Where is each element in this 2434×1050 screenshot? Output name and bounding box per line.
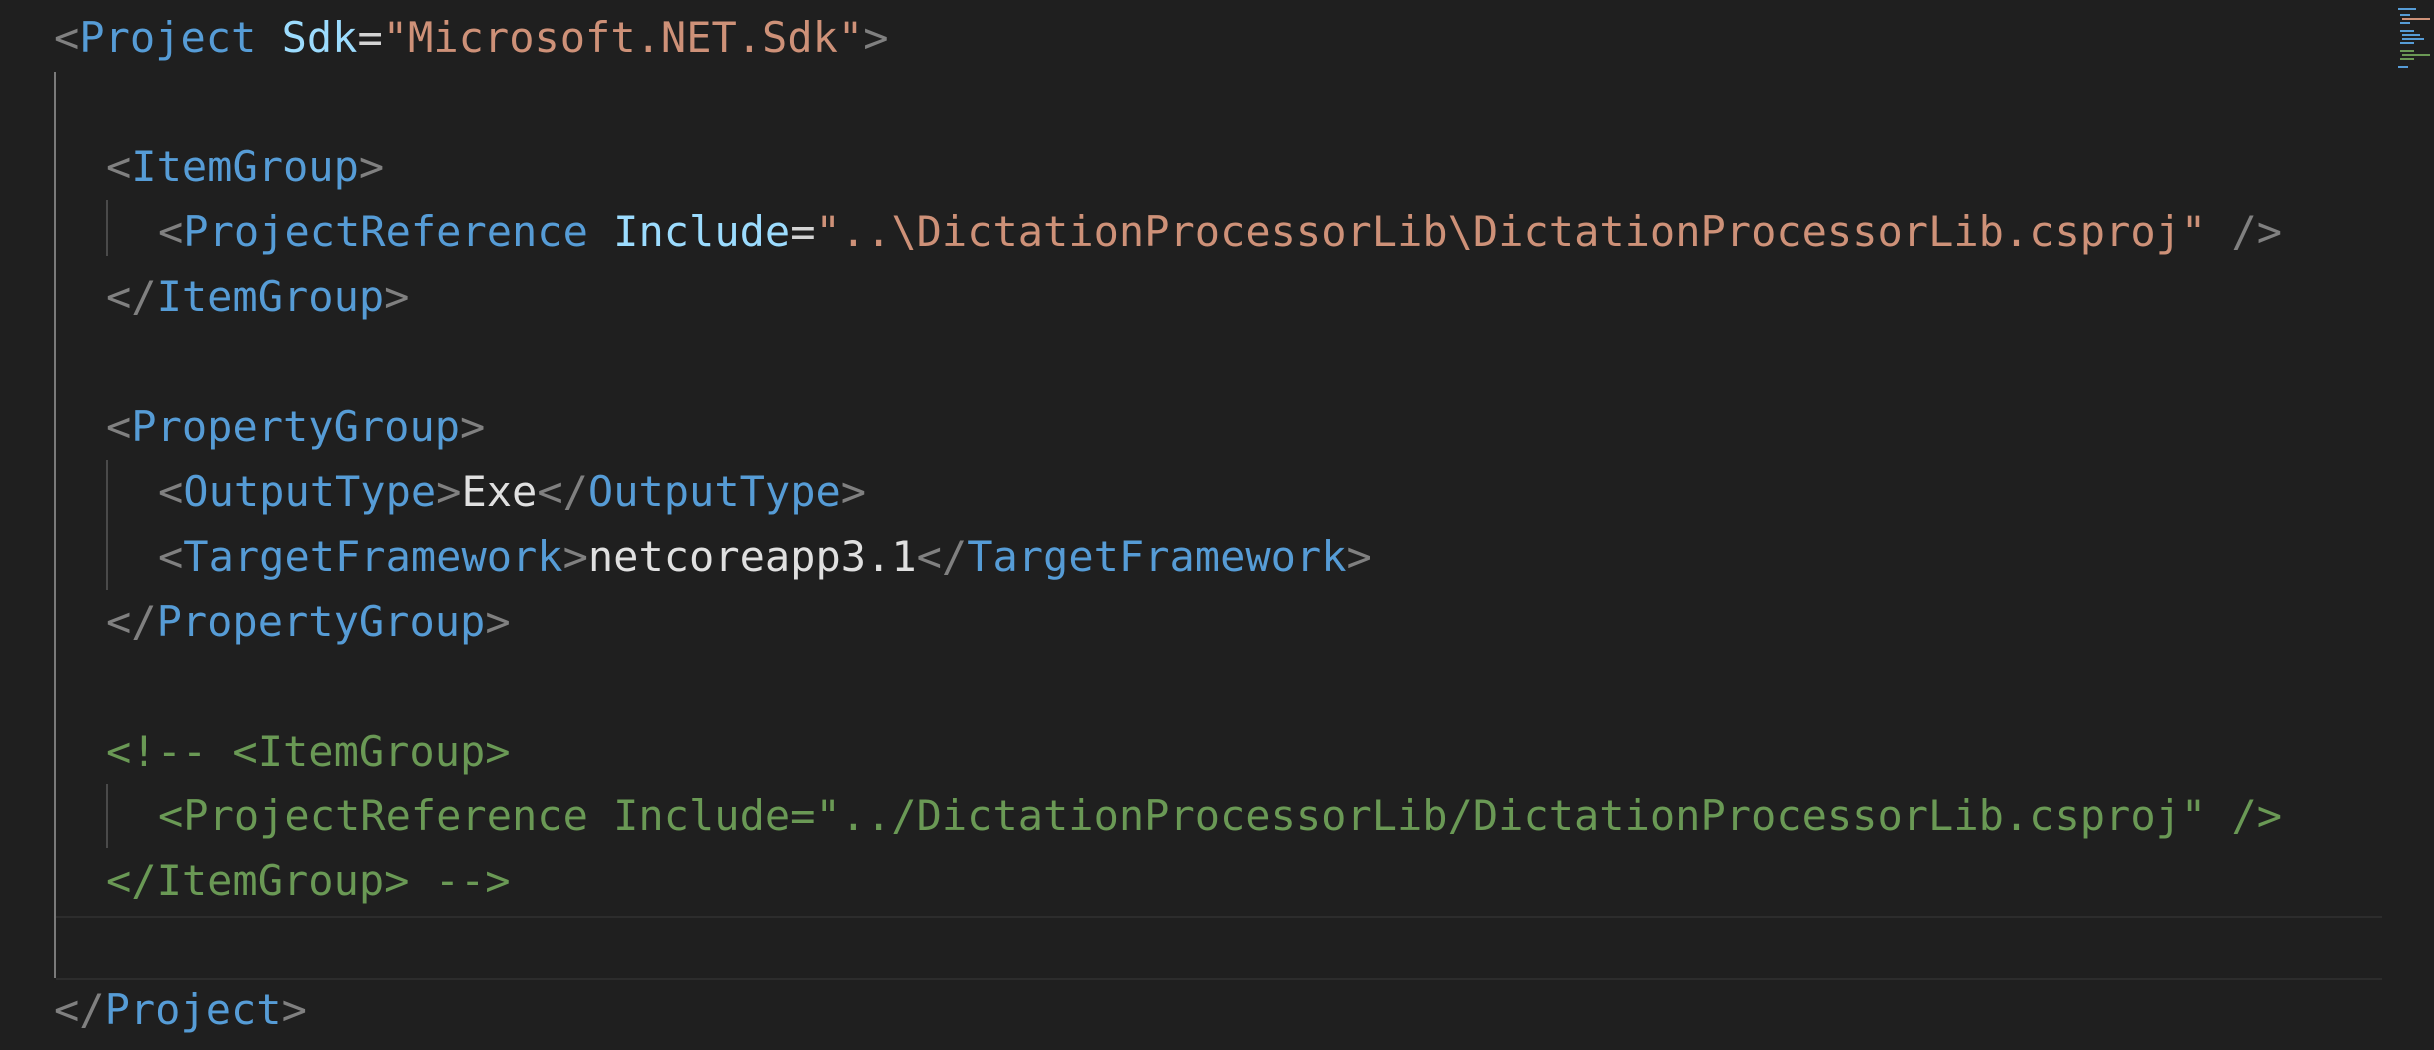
tag-name-token: TargetFramework	[183, 532, 563, 581]
minimap-line	[2398, 66, 2408, 68]
operator-token	[588, 207, 613, 256]
minimap-line	[2402, 38, 2424, 40]
text-content-token: netcoreapp3.1	[587, 532, 917, 581]
tag-bracket-token: >	[485, 597, 511, 646]
tag-bracket-token: <	[54, 13, 80, 62]
line-10-code: </PropertyGroup>	[106, 590, 511, 654]
line-16-code: </Project>	[54, 978, 307, 1042]
tag-bracket-token: >	[281, 985, 307, 1034]
tag-bracket-token: >	[863, 13, 889, 62]
tag-bracket-token: <	[106, 402, 132, 451]
tag-bracket-token: >	[436, 467, 462, 516]
operator-token	[256, 13, 281, 62]
line-8-code: <OutputType>Exe</OutputType>	[158, 460, 866, 524]
line-9-code: <TargetFramework>netcoreapp3.1</TargetFr…	[158, 525, 1372, 589]
tag-bracket-token: </	[537, 467, 588, 516]
current-line-highlight	[56, 916, 2382, 980]
attribute-name-token: Sdk	[281, 13, 358, 62]
tag-name-token: ItemGroup	[156, 272, 385, 321]
minimap-line	[2400, 58, 2414, 60]
tag-bracket-token: >	[840, 467, 867, 516]
minimap-line	[2400, 30, 2414, 32]
tag-name-token: PropertyGroup	[131, 402, 461, 451]
minimap-line	[2400, 42, 2414, 44]
indent-guide-comment	[106, 784, 108, 848]
tag-bracket-token: >	[384, 272, 410, 321]
tag-bracket-token: />	[2206, 207, 2283, 256]
tag-name-token: Project	[104, 985, 282, 1034]
minimap-line	[2402, 54, 2430, 56]
line-1-code: <Project Sdk="Microsoft.NET.Sdk">	[54, 6, 889, 70]
code-editor[interactable]: <Project Sdk="Microsoft.NET.Sdk"> <ItemG…	[0, 0, 2434, 1050]
indent-guide-project	[54, 72, 56, 978]
line-14-code: </ItemGroup> -->	[106, 849, 511, 913]
attribute-value-token: "..\DictationProcessorLib\DictationProce…	[815, 207, 2207, 256]
tag-bracket-token: <	[158, 467, 184, 516]
tag-bracket-token: </	[106, 597, 157, 646]
line-5-code: </ItemGroup>	[106, 265, 409, 329]
tag-bracket-token: <	[158, 207, 184, 256]
line-13-code: <ProjectReference Include="../DictationP…	[158, 784, 2282, 848]
minimap-line	[2400, 22, 2410, 24]
tag-name-token: Project	[79, 13, 257, 62]
minimap-line	[2400, 14, 2410, 16]
tag-bracket-token: >	[460, 402, 486, 451]
tag-bracket-token: >	[358, 142, 385, 191]
line-7-code: <PropertyGroup>	[106, 395, 485, 459]
minimap[interactable]	[2394, 0, 2434, 80]
operator-token: =	[357, 13, 383, 62]
minimap-line	[2402, 34, 2420, 36]
tag-bracket-token: <	[106, 142, 132, 191]
tag-name-token: ItemGroup	[131, 142, 359, 191]
tag-name-token: ProjectReference	[183, 207, 588, 256]
tag-name-token: OutputType	[587, 467, 841, 516]
tag-bracket-token: </	[106, 272, 157, 321]
attribute-value-token: "Microsoft.NET.Sdk"	[382, 13, 864, 62]
comment-token: <ProjectReference Include="../DictationP…	[158, 791, 2283, 840]
text-content-token: Exe	[461, 467, 538, 516]
line-12-code: <!-- <ItemGroup>	[106, 720, 511, 784]
tag-bracket-token: <	[158, 532, 184, 581]
minimap-line	[2400, 50, 2414, 52]
line-3-code: <ItemGroup>	[106, 135, 384, 199]
attribute-name-token: Include	[613, 207, 791, 256]
minimap-line	[2398, 8, 2416, 10]
tag-name-token: TargetFramework	[967, 532, 1347, 581]
comment-token: </ItemGroup> -->	[106, 856, 511, 905]
tag-name-token: PropertyGroup	[156, 597, 486, 646]
comment-token: <!-- <ItemGroup>	[106, 727, 511, 776]
indent-guide-propertygroup	[106, 460, 108, 590]
tag-name-token: OutputType	[183, 467, 437, 516]
operator-token: =	[790, 207, 816, 256]
tag-bracket-token: >	[1346, 532, 1372, 581]
tag-bracket-token: </	[54, 985, 105, 1034]
tag-bracket-token: </	[916, 532, 968, 581]
line-4-code: <ProjectReference Include="..\DictationP…	[158, 200, 2282, 264]
tag-bracket-token: >	[562, 532, 588, 581]
indent-guide-itemgroup	[106, 200, 108, 256]
minimap-line	[2402, 18, 2430, 20]
